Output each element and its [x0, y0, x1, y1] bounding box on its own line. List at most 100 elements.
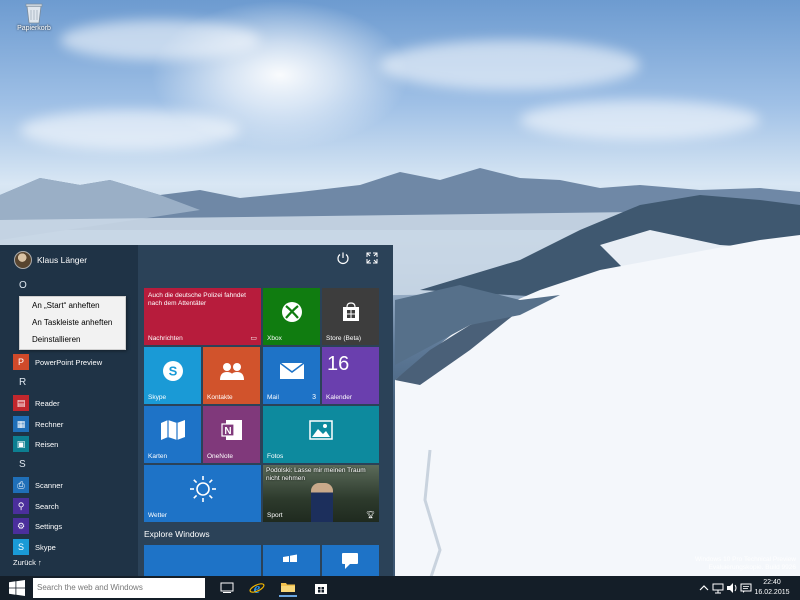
group-letter-r[interactable]: R	[19, 377, 26, 388]
start-button[interactable]	[0, 576, 33, 600]
calculator-icon: ▦	[13, 416, 29, 432]
group-letter-s[interactable]: S	[19, 459, 26, 470]
tile-onenote[interactable]: N OneNote	[203, 406, 260, 463]
tile-maps[interactable]: Karten	[144, 406, 201, 463]
context-menu-pin-start[interactable]: An „Start“ anheften	[20, 297, 125, 314]
tile-weather[interactable]: Wetter	[144, 465, 261, 522]
app-label: Skype	[35, 542, 56, 552]
tile-mail[interactable]: Mail 3	[263, 347, 320, 404]
arrow-up-icon: ↑	[38, 558, 42, 567]
app-skype[interactable]: S Skype	[13, 539, 56, 555]
tile-explore-1[interactable]	[144, 545, 261, 576]
user-account[interactable]: Klaus Länger	[14, 249, 87, 271]
tile-explore-3[interactable]	[322, 545, 379, 576]
explore-heading: Explore Windows	[144, 529, 210, 539]
context-menu: An „Start“ anheften An Taskleiste anheft…	[19, 296, 126, 350]
tile-label: Kontakte	[207, 394, 233, 401]
skype-icon: S	[13, 539, 29, 555]
tile-xbox[interactable]: Xbox	[263, 288, 320, 345]
taskbar: Search the web and Windows e 22:40 16.02…	[0, 576, 800, 600]
tile-skype[interactable]: S Skype	[144, 347, 201, 404]
tile-label: OneNote	[207, 453, 234, 460]
onenote-icon: N	[203, 406, 260, 453]
system-clock[interactable]: 22:40 16.02.2015	[752, 578, 792, 598]
app-settings[interactable]: ⚙ Settings	[13, 518, 62, 534]
search-input[interactable]: Search the web and Windows	[33, 578, 205, 598]
tile-label: Xbox	[267, 335, 282, 342]
tile-label: Fotos	[267, 453, 284, 460]
chat-icon	[340, 551, 360, 571]
tile-contacts[interactable]: Kontakte	[203, 347, 260, 404]
mail-icon	[263, 347, 320, 394]
app-powerpoint-preview[interactable]: P PowerPoint Preview	[13, 354, 102, 370]
app-search[interactable]: ⚲ Search	[13, 498, 59, 514]
recycle-bin-label: Papierkorb	[17, 25, 51, 32]
tile-label: Kalender	[326, 394, 353, 401]
sport-headline: Podolski: Lasse mir meinen Traum nicht n…	[266, 467, 366, 482]
app-reisen[interactable]: ▣ Reisen	[13, 436, 58, 452]
app-scanner[interactable]: ⎙ Scanner	[13, 477, 63, 493]
skype-icon: S	[144, 347, 201, 394]
app-label: Reisen	[35, 439, 59, 449]
powerpoint-icon: P	[13, 354, 29, 370]
tile-store[interactable]: Store (Beta)	[322, 288, 379, 345]
task-view-icon[interactable]	[218, 579, 236, 597]
travel-icon: ▣	[13, 436, 29, 452]
back-button[interactable]: Zurück ↑	[13, 558, 42, 567]
sun-icon	[144, 465, 261, 512]
gear-icon: ⚙	[13, 518, 29, 534]
expand-icon[interactable]	[365, 251, 379, 265]
clock-time: 22:40	[763, 579, 781, 586]
network-icon[interactable]	[712, 582, 724, 594]
photo-icon	[263, 406, 379, 453]
tile-calendar[interactable]: 16 Kalender	[322, 347, 379, 404]
volume-icon[interactable]	[726, 582, 738, 594]
file-explorer-icon[interactable]	[279, 579, 297, 597]
scanner-icon: ⎙	[13, 477, 29, 493]
chevron-up-icon[interactable]	[698, 582, 710, 594]
tile-explore-2[interactable]	[263, 545, 320, 576]
tile-photos[interactable]: Fotos	[263, 406, 379, 463]
flag-icon	[281, 553, 299, 571]
cloud	[380, 40, 640, 90]
app-rechner[interactable]: ▦ Rechner	[13, 416, 63, 432]
internet-explorer-icon[interactable]: e	[248, 579, 266, 597]
app-label: Rechner	[35, 419, 64, 429]
sport-photo	[311, 483, 333, 522]
recycle-bin-icon	[25, 2, 43, 24]
windows-logo-icon	[8, 580, 25, 596]
tile-sport[interactable]: Podolski: Lasse mir meinen Traum nicht n…	[263, 465, 379, 522]
trophy-icon: 🏆︎	[366, 512, 375, 519]
group-letter-o[interactable]: O	[19, 280, 27, 291]
start-menu: Klaus Länger O P PowerPoint Preview R ▤ …	[0, 245, 393, 576]
calendar-day: 16	[327, 353, 350, 375]
app-reader[interactable]: ▤ Reader	[13, 395, 60, 411]
svg-text:N: N	[224, 426, 231, 437]
power-icon[interactable]	[336, 251, 350, 265]
app-label: Reader	[35, 398, 60, 408]
watermark-line: Windows 10 Pro Technical Preview	[694, 556, 796, 563]
tile-news[interactable]: Auch die deutsche Polizei fahndet nach d…	[144, 288, 261, 345]
context-menu-uninstall[interactable]: Deinstallieren	[20, 331, 125, 348]
search-icon: ⚲	[13, 498, 29, 514]
people-icon	[203, 347, 260, 394]
tile-label: Nachrichten	[148, 335, 183, 342]
svg-text:S: S	[168, 363, 177, 378]
build-watermark: Windows 10 Pro Technical Preview Evaluie…	[695, 556, 796, 572]
cloud	[20, 110, 240, 150]
clock-date: 16.02.2015	[754, 589, 790, 596]
app-label: PowerPoint Preview	[35, 357, 103, 367]
back-label: Zurück	[13, 558, 36, 567]
app-label: Settings	[35, 521, 63, 531]
store-taskbar-icon[interactable]	[312, 579, 330, 597]
mail-count-badge: 3	[312, 394, 316, 401]
map-icon	[144, 406, 201, 453]
notifications-icon[interactable]	[740, 582, 752, 594]
explore-label: Explore Windows	[144, 529, 210, 539]
avatar	[14, 251, 32, 269]
context-menu-pin-taskbar[interactable]: An Taskleiste anheften	[20, 314, 125, 331]
news-icon: ▭	[250, 335, 257, 342]
recycle-bin-shortcut[interactable]: Papierkorb	[14, 2, 54, 32]
news-headline: Auch die deutsche Polizei fahndet nach d…	[148, 292, 246, 307]
reader-icon: ▤	[13, 395, 29, 411]
